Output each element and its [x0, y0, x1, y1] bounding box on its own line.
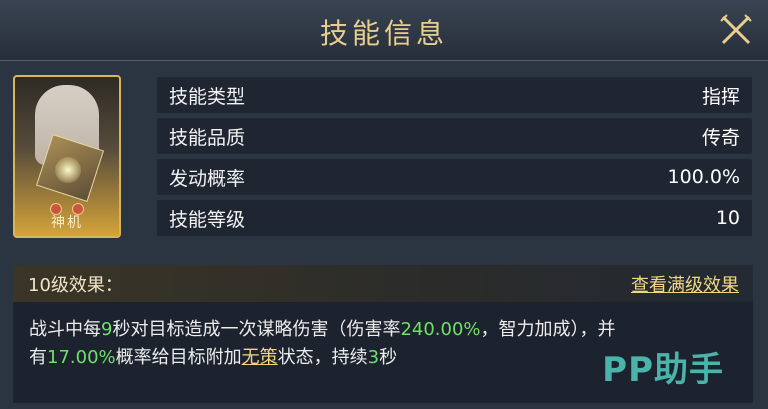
attribute-row-type: 技能类型 指挥	[157, 77, 752, 113]
effect-text: 战斗中每	[29, 319, 101, 340]
attribute-label: 发动概率	[169, 167, 246, 190]
attribute-label: 技能类型	[169, 85, 246, 108]
skill-portrait-glow	[55, 157, 81, 183]
effect-level-title: 10级效果：	[28, 274, 123, 296]
watermark: PP助手	[602, 350, 724, 390]
attribute-label: 技能品质	[169, 126, 246, 149]
attribute-value: 100.0%	[667, 166, 740, 188]
effect-text: 秒	[379, 347, 398, 368]
attribute-value: 传奇	[701, 126, 740, 149]
skill-name: 神机	[51, 215, 83, 231]
effect-damage-rate: 240.00%	[400, 319, 481, 340]
effect-text: 状态，持续	[277, 347, 368, 368]
skill-card: 神机	[13, 75, 121, 238]
view-max-level-effect-link[interactable]: 查看满级效果	[631, 271, 739, 297]
effect-text: 秒对目标造成一次谋略伤害（伤害率	[112, 319, 401, 340]
effect-seconds: 9	[101, 319, 113, 340]
effect-duration: 3	[367, 347, 380, 368]
attribute-row-trigger-rate: 发动概率 100.0%	[157, 159, 752, 195]
effect-text: ，智力加成），并	[480, 319, 616, 340]
effect-text: 概率给目标附加	[115, 347, 242, 368]
attribute-value: 指挥	[701, 85, 740, 108]
attribute-value: 10	[715, 207, 740, 229]
effect-text: 有	[29, 347, 47, 368]
title-bar: 技能信息	[0, 0, 768, 61]
effect-header: 10级效果： 查看满级效果	[13, 265, 753, 302]
attribute-label: 技能等级	[169, 208, 246, 231]
close-button[interactable]	[718, 12, 754, 48]
attribute-row-quality: 技能品质 传奇	[157, 118, 752, 154]
page-title: 技能信息	[319, 17, 448, 50]
skill-attributes: 技能类型 指挥 技能品质 传奇 发动概率 100.0% 技能等级 10	[157, 77, 752, 241]
effect-chance: 17.00%	[47, 347, 116, 368]
attribute-row-level: 技能等级 10	[157, 200, 752, 236]
status-wuce-link[interactable]: 无策	[242, 347, 278, 368]
crossed-swords-close-icon	[720, 14, 752, 45]
